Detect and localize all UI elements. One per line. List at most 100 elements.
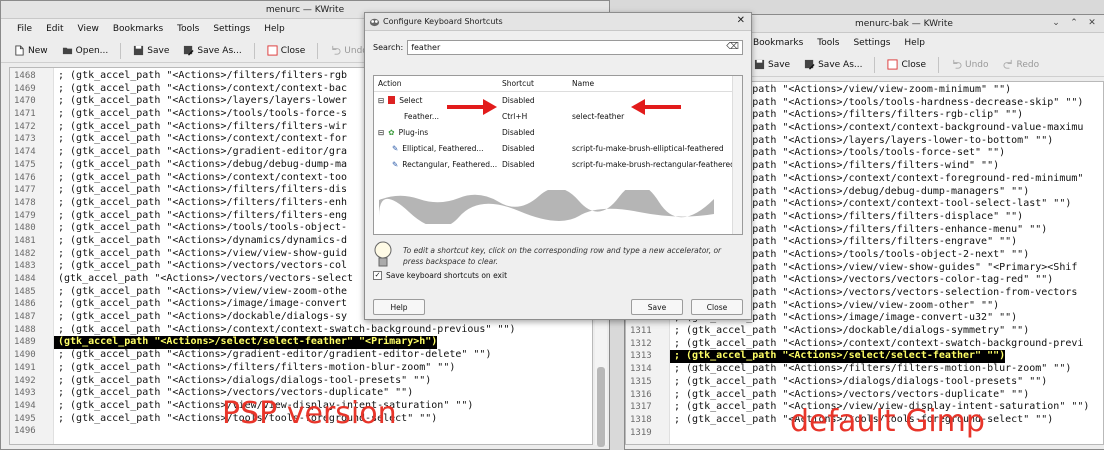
line-text: ; (gtk_accel_path "<Actions>/layers/laye… (58, 95, 347, 107)
editor-line: 1490 ; (gtk_accel_path "<Actions>/gradien… (10, 349, 592, 362)
close-button[interactable]: Close (262, 43, 311, 58)
toolbar-separator (874, 56, 876, 73)
line-text: ; (gtk_accel_path "<Actions>/image/image… (58, 298, 347, 310)
line-number: 1472 (14, 121, 36, 132)
collapse-icon[interactable]: ⊟ (378, 128, 384, 137)
save-on-exit-checkbox[interactable]: ✓ (373, 271, 382, 280)
tree-scrollbar[interactable] (732, 76, 742, 234)
scrollbar-thumb[interactable] (597, 367, 605, 447)
editor-line: 1488 ; (gtk_accel_path "<Actions>/context… (10, 324, 592, 337)
close-button[interactable]: Close (882, 57, 931, 72)
annotation-arrow-right (447, 99, 497, 115)
redacted-blur-region (379, 190, 714, 224)
search-value: feather (411, 42, 441, 52)
menu-tools[interactable]: Tools (177, 24, 199, 34)
line-text: ; (gtk_accel_path "<Actions>/dialogs/dia… (58, 374, 432, 386)
column-shortcut[interactable]: Shortcut (498, 79, 568, 88)
line-text: ; (gtk_accel_path "<Actions>/vectors/vec… (58, 260, 347, 272)
column-action[interactable]: Action (374, 79, 498, 88)
save-as-button[interactable]: Save As... (799, 57, 867, 72)
save-icon (134, 45, 144, 56)
tree-row-rectangular-feathered[interactable]: ✎ Rectangular, Feathered... Disabled scri… (374, 156, 742, 172)
line-number: 1481 (14, 235, 36, 246)
column-name[interactable]: Name (568, 79, 742, 88)
window-close-icon[interactable]: ✕ (1086, 17, 1098, 29)
line-text: ; (gtk_accel_path "<Actions>/tools/tools… (58, 108, 347, 120)
tree-row-select[interactable]: ⊟ Select Disabled (374, 92, 742, 108)
line-number: 1473 (14, 134, 36, 145)
menu-edit[interactable]: Edit (46, 24, 63, 34)
line-number: 1312 (630, 338, 652, 349)
maximize-icon[interactable]: ⌃ (1068, 17, 1080, 29)
line-number: 1314 (630, 364, 652, 375)
redo-button-label: Redo (1016, 59, 1040, 70)
tree-row-feather[interactable]: Feather... Ctrl+H select-feather (374, 108, 742, 124)
save-as-button[interactable]: Save As... (178, 43, 246, 58)
open-button[interactable]: Open... (57, 43, 114, 58)
line-text: ; (gtk_accel_path "<Actions>/filters/fil… (58, 196, 347, 208)
script-icon: ✎ (392, 159, 399, 169)
tree-header: Action Shortcut Name (374, 76, 742, 92)
redo-icon (1003, 59, 1012, 69)
line-number: 1496 (14, 426, 36, 437)
menu-help[interactable]: Help (264, 24, 285, 34)
line-text: (gtk_accel_path "<Actions>/vectors/vecto… (58, 273, 354, 284)
line-text: ; (gtk_accel_path "<Actions>/dockable/di… (674, 325, 1030, 337)
dialog-save-button[interactable]: Save (631, 299, 683, 315)
close-button-label: Close (280, 45, 306, 56)
highlighted-line-text: (gtk_accel_path "<Actions>/select/select… (54, 336, 438, 350)
dialog-close-icon[interactable]: ✕ (737, 15, 745, 26)
line-number: 1478 (14, 197, 36, 208)
tree-row-elliptical-feathered[interactable]: ✎ Elliptical, Feathered... Disabled scrip… (374, 140, 742, 156)
line-number: 1470 (14, 96, 36, 107)
line-number: 1477 (14, 185, 36, 196)
action-label: Select (399, 95, 423, 105)
menu-settings[interactable]: Settings (853, 38, 890, 48)
action-label: Rectangular, Feathered... (402, 159, 498, 169)
save-button[interactable]: Save (128, 43, 174, 58)
menu-view[interactable]: View (78, 24, 99, 34)
action-label: Feather... (404, 111, 439, 121)
line-number: 1489 (14, 337, 36, 348)
line-text: ; (gtk_accel_path "<Actions>/gradient-ed… (58, 349, 492, 361)
search-input[interactable]: feather ⌫ (407, 39, 743, 55)
editor-line: 1492 ; (gtk_accel_path "<Actions>/dialogs… (10, 375, 592, 388)
menu-file[interactable]: File (17, 24, 32, 34)
menu-help[interactable]: Help (904, 38, 925, 48)
redo-button[interactable]: Redo (998, 57, 1045, 72)
line-number: 1315 (630, 376, 652, 387)
line-number: 1319 (630, 427, 652, 438)
dialog-close-button[interactable]: Close (691, 299, 743, 315)
undo-button[interactable]: Undo (946, 57, 994, 72)
collapse-icon[interactable]: ⊟ (378, 96, 384, 105)
tree-row-plugins[interactable]: ⊟ ✿ Plug-ins Disabled (374, 124, 742, 140)
line-number: 1483 (14, 261, 36, 272)
line-number: 1468 (14, 71, 36, 81)
line-number: 1490 (14, 350, 36, 361)
new-button[interactable]: New (9, 43, 53, 58)
minimize-icon[interactable]: ⌄ (1050, 17, 1062, 29)
editor-line: 1489 (gtk_accel_path "<Actions>/select/se… (10, 336, 592, 350)
line-number: 1318 (630, 414, 652, 425)
window-controls: ⌄ ⌃ ✕ (1050, 17, 1098, 29)
line-text: ; (gtk_accel_path "<Actions>/context/con… (58, 133, 347, 145)
help-button[interactable]: Help (373, 299, 425, 315)
menu-bookmarks[interactable]: Bookmarks (113, 24, 163, 34)
open-button-label: Open... (75, 45, 109, 56)
menu-settings[interactable]: Settings (213, 24, 250, 34)
menu-bookmarks[interactable]: Bookmarks (753, 38, 803, 48)
close-document-icon (267, 45, 278, 56)
line-number: 1495 (14, 413, 36, 424)
save-as-button-label: Save As... (818, 59, 863, 70)
save-button[interactable]: Save (749, 57, 795, 72)
line-number: 1317 (630, 402, 652, 413)
clear-search-icon[interactable]: ⌫ (726, 42, 739, 52)
line-number: 1474 (14, 147, 36, 158)
editor-line: 1312 ; (gtk_accel_path "<Actions>/context… (626, 338, 1103, 351)
menu-tools[interactable]: Tools (817, 38, 839, 48)
save-as-button-label: Save As... (197, 45, 242, 56)
save-on-exit-option[interactable]: ✓ Save keyboard shortcuts on exit (373, 271, 507, 280)
save-on-exit-label: Save keyboard shortcuts on exit (386, 271, 508, 280)
line-number: 1480 (14, 223, 36, 234)
shortcut-value: Ctrl+H (502, 111, 528, 121)
